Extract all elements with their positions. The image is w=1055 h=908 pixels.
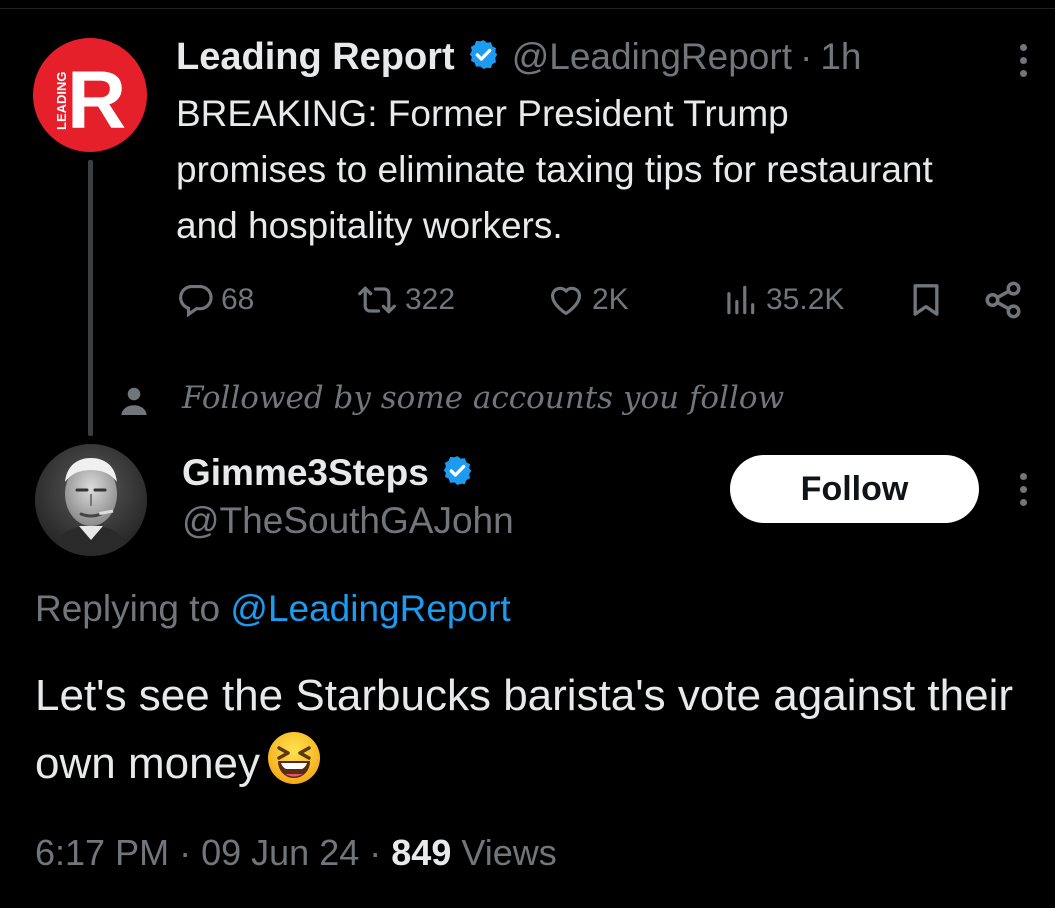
repost-count: 322	[405, 283, 456, 316]
parent-author-name[interactable]: Leading Report	[176, 36, 455, 79]
like-count: 2K	[592, 283, 629, 316]
views-bar-icon	[727, 285, 755, 315]
reply-text-content: Let's see the Starbucks barista's vote a…	[35, 671, 1013, 788]
replying-to-mention[interactable]: @LeadingReport	[230, 588, 510, 629]
person-icon	[121, 387, 147, 415]
reply-views-count: 849	[391, 832, 452, 873]
share-button[interactable]	[982, 278, 1024, 322]
meta-separator: ·	[179, 832, 192, 873]
reply-author-name[interactable]: Gimme3Steps	[182, 452, 429, 494]
laughing-face-emoji	[266, 730, 322, 806]
bookmark-icon	[913, 284, 939, 316]
top-divider	[0, 8, 1055, 9]
reply-count: 68	[221, 283, 255, 316]
avatar-photo	[35, 444, 147, 556]
header-separator: ·	[800, 36, 813, 77]
parent-more-icon[interactable]	[1013, 44, 1033, 77]
parent-author-handle[interactable]: @LeadingReport	[512, 36, 792, 78]
reply-header: Gimme3Steps	[182, 450, 474, 496]
reply-date[interactable]: 09 Jun 24	[201, 832, 359, 873]
parent-timestamp[interactable]: 1h	[820, 36, 861, 78]
parent-tweet-text: BREAKING: Former President Trump promise…	[176, 93, 933, 246]
follow-button[interactable]: Follow	[730, 455, 979, 523]
parent-header: Leading Report @LeadingReport · 1h	[176, 34, 861, 80]
reply-meta: 6:17 PM · 09 Jun 24 · 849 Views	[35, 832, 557, 874]
heart-icon	[550, 286, 582, 316]
parent-action-bar: 68 322 2K 35.2K	[0, 278, 1055, 322]
reply-views-label: Views	[461, 832, 557, 873]
logo-text: LEADING	[54, 72, 69, 131]
meta-separator: ·	[369, 832, 382, 873]
verified-badge-icon	[441, 454, 474, 492]
gimme3steps-avatar[interactable]	[35, 444, 147, 556]
reply-author-handle[interactable]: @TheSouthGAJohn	[182, 500, 514, 542]
replying-to-line: Replying to @LeadingReport	[35, 588, 511, 630]
views-button[interactable]: 35.2K	[720, 278, 844, 322]
reply-more-icon[interactable]	[1013, 473, 1033, 506]
reply-tweet-text: Let's see the Starbucks barista's vote a…	[35, 662, 1015, 806]
social-context-text: Followed by some accounts you follow	[182, 380, 785, 416]
like-button[interactable]: 2K	[546, 278, 629, 322]
verified-badge-icon	[467, 38, 500, 76]
repost-icon	[358, 286, 396, 314]
repost-button[interactable]: 322	[355, 278, 455, 322]
share-icon	[985, 281, 1021, 319]
view-count: 35.2K	[766, 283, 845, 316]
leading-report-avatar[interactable]: R LEADING	[33, 38, 147, 152]
bookmark-button[interactable]	[906, 278, 946, 322]
social-context: Followed by some accounts you follow	[120, 380, 784, 422]
reply-time[interactable]: 6:17 PM	[35, 832, 169, 873]
logo-letter: R	[67, 55, 126, 146]
reply-bubble-icon	[179, 284, 213, 318]
leading-report-logo: R LEADING	[54, 55, 126, 146]
reply-button[interactable]: 68	[177, 278, 254, 322]
replying-to-label: Replying to	[35, 588, 221, 629]
